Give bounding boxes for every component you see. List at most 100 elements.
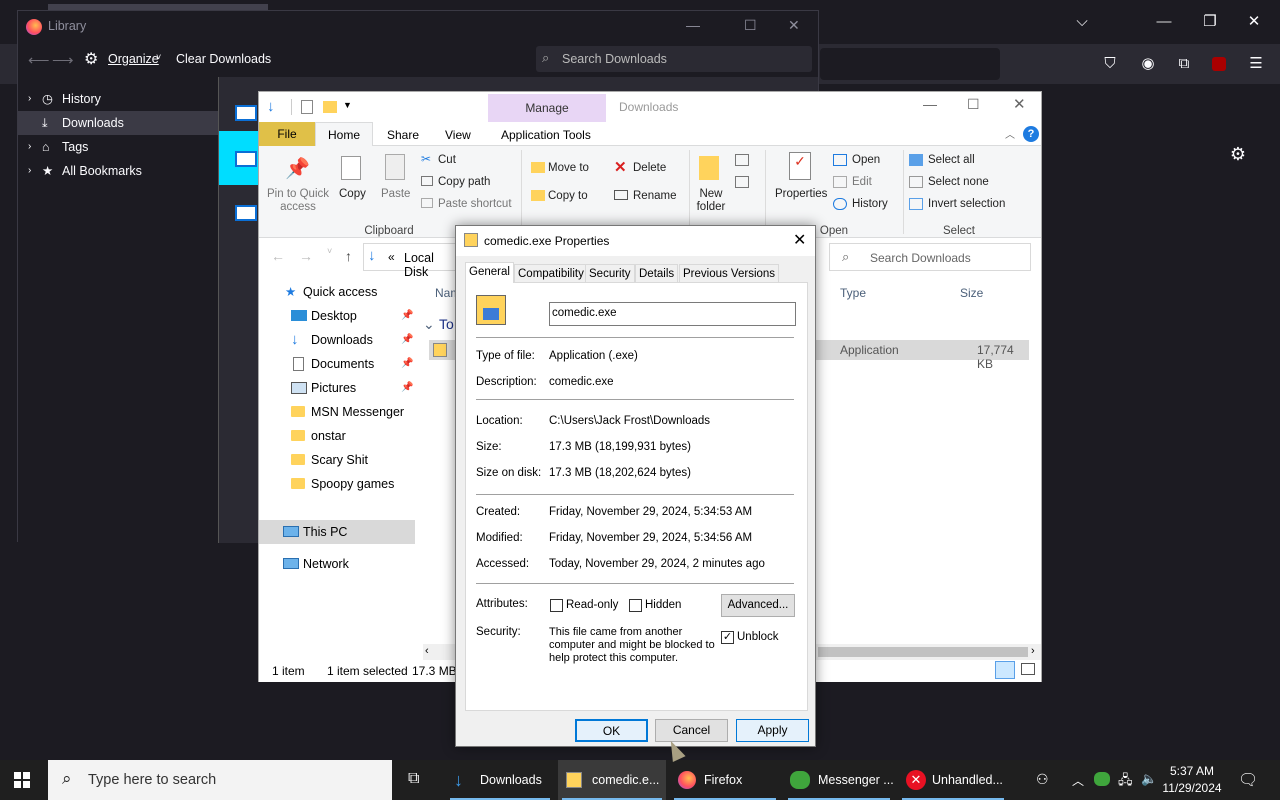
hidden-checkbox[interactable] [629, 599, 642, 612]
forward-arrow-icon[interactable]: ⟶ [52, 51, 74, 69]
gear-icon[interactable]: ⚙ [84, 49, 98, 69]
breadcrumb[interactable]: Local Disk [404, 251, 458, 279]
sidebar-item-history[interactable]: › ◷ History [18, 87, 218, 111]
download-file-icon[interactable] [235, 205, 257, 221]
back-arrow-icon[interactable]: ⟵ [28, 51, 50, 69]
nav-documents[interactable]: Documents 📌 [259, 352, 415, 376]
tab-compatibility[interactable]: Compatibility [514, 264, 588, 283]
list-tabs-icon[interactable]: ⌵ [1070, 10, 1094, 34]
ok-button[interactable]: OK [575, 719, 648, 742]
column-header-type[interactable]: Type [840, 286, 866, 300]
nav-desktop[interactable]: Desktop 📌 [259, 304, 415, 328]
new-folder-button[interactable]: New folder [695, 188, 727, 214]
unblock-checkbox[interactable]: ✓ [721, 631, 734, 644]
back-arrow-icon[interactable]: ← [271, 248, 285, 264]
sidebar-item-all-bookmarks[interactable]: › ★ All Bookmarks [18, 159, 218, 183]
copy-to-button[interactable]: Copy to [548, 190, 588, 202]
pocket-icon[interactable]: ⛉ [1098, 52, 1122, 76]
minimize-icon[interactable]: — [923, 96, 937, 112]
taskbar-app-comedic[interactable]: comedic.e... [558, 760, 666, 800]
tab-file[interactable]: File [259, 122, 315, 146]
minimize-icon[interactable]: — [1152, 10, 1176, 34]
cancel-button[interactable]: Cancel [655, 719, 728, 742]
sidebar-item-tags[interactable]: › ⌂ Tags [18, 135, 218, 159]
invert-selection-button[interactable]: Invert selection [928, 198, 1005, 210]
messenger-tray-icon[interactable] [1094, 772, 1110, 786]
readonly-checkbox[interactable] [550, 599, 563, 612]
download-file-icon[interactable] [235, 151, 257, 167]
clock-time[interactable]: 5:37 AM [1160, 764, 1224, 778]
easy-access-icon[interactable] [735, 176, 749, 188]
library-search-input[interactable]: ⌕ Search Downloads [536, 46, 812, 72]
clock-date[interactable]: 11/29/2024 [1160, 781, 1224, 795]
apply-button[interactable]: Apply [736, 719, 809, 742]
nav-pictures[interactable]: Pictures 📌 [259, 376, 415, 400]
nav-this-pc[interactable]: This PC [259, 520, 415, 544]
advanced-button[interactable]: Advanced... [721, 594, 795, 617]
new-folder-icon[interactable] [323, 101, 337, 113]
delete-button[interactable]: Delete [633, 162, 666, 174]
clear-downloads-button[interactable]: Clear Downloads [176, 52, 271, 66]
tab-home[interactable]: Home [315, 122, 373, 147]
windows-start-icon[interactable] [12, 770, 32, 790]
close-icon[interactable]: ✕ [788, 17, 800, 34]
taskbar-app-downloads[interactable]: ↓ Downloads [446, 760, 554, 800]
paste-button[interactable]: Paste [381, 188, 410, 200]
new-item-icon[interactable] [735, 154, 749, 166]
large-icons-view-icon[interactable] [1021, 663, 1035, 675]
copy-button[interactable]: Copy [339, 188, 366, 200]
collapse-ribbon-icon[interactable]: ︿ [1005, 126, 1015, 141]
organize-button[interactable]: Organize [108, 52, 159, 66]
nav-msn-messenger[interactable]: MSN Messenger [259, 400, 415, 424]
details-view-icon[interactable] [995, 661, 1015, 679]
minimize-icon[interactable]: — [686, 17, 700, 33]
scroll-thumb[interactable] [818, 647, 1028, 657]
help-icon[interactable]: ? [1023, 126, 1039, 142]
people-icon[interactable]: ⚇ [1036, 771, 1049, 788]
task-view-icon[interactable]: ⧉ [408, 770, 419, 788]
rename-button[interactable]: Rename [633, 190, 676, 202]
tab-previous-versions[interactable]: Previous Versions [679, 264, 780, 283]
edit-button[interactable]: Edit [852, 176, 872, 188]
maximize-icon[interactable]: ☐ [967, 96, 980, 113]
select-all-button[interactable]: Select all [928, 154, 975, 166]
notification-icon[interactable]: 🗨 [1238, 770, 1258, 790]
restore-icon[interactable]: ❐ [1198, 10, 1222, 34]
nav-scary-shit[interactable]: Scary Shit [259, 448, 415, 472]
scroll-right-icon[interactable]: › [1031, 645, 1035, 657]
taskbar-app-messenger[interactable]: Messenger ... [784, 760, 894, 800]
up-arrow-icon[interactable]: ↑ [345, 248, 352, 264]
tab-general[interactable]: General [465, 262, 514, 283]
group-chevron-icon[interactable]: ⌄ [423, 316, 435, 333]
move-to-button[interactable]: Move to [548, 162, 589, 174]
copy-path-button[interactable]: Copy path [438, 176, 490, 188]
recent-dropdown-icon[interactable]: ˅ [327, 246, 332, 256]
tab-details[interactable]: Details [635, 264, 679, 283]
volume-icon[interactable]: 🔈 [1141, 771, 1157, 787]
account-icon[interactable]: ◉ [1136, 52, 1160, 76]
taskbar-app-unhandled[interactable]: ✕ Unhandled... [898, 760, 1008, 800]
tab-share[interactable]: Share [387, 128, 419, 142]
tab-view[interactable]: View [445, 128, 471, 142]
pin-to-quick-access-button[interactable]: Pin to Quick access [267, 188, 329, 214]
nav-quick-access[interactable]: ★ Quick access [259, 280, 415, 304]
close-icon[interactable]: ✕ [1242, 10, 1266, 34]
qat-dropdown-icon[interactable]: ▼ [343, 100, 352, 110]
open-button[interactable]: Open [852, 154, 880, 166]
properties-check-icon[interactable] [301, 100, 313, 114]
download-file-icon[interactable] [235, 105, 257, 121]
nav-downloads[interactable]: ↓ Downloads 📌 [259, 328, 415, 352]
select-none-button[interactable]: Select none [928, 176, 989, 188]
maximize-icon[interactable]: ☐ [744, 17, 757, 34]
paste-shortcut-button[interactable]: Paste shortcut [438, 198, 512, 210]
filename-input[interactable]: comedic.exe [549, 302, 796, 326]
sidebar-item-downloads[interactable]: ⤓ Downloads [18, 111, 218, 135]
firefox-urlbar[interactable] [820, 48, 1000, 80]
nav-network[interactable]: Network [259, 552, 415, 576]
ublock-icon[interactable] [1212, 57, 1226, 71]
taskbar-app-firefox[interactable]: Firefox [670, 760, 780, 800]
address-input[interactable]: ↓ « Local Disk [363, 243, 459, 279]
show-hidden-icons-icon[interactable]: ︿ [1072, 772, 1084, 789]
forward-arrow-icon[interactable]: → [299, 248, 313, 264]
settings-gear-icon[interactable]: ⚙ [1226, 142, 1250, 166]
